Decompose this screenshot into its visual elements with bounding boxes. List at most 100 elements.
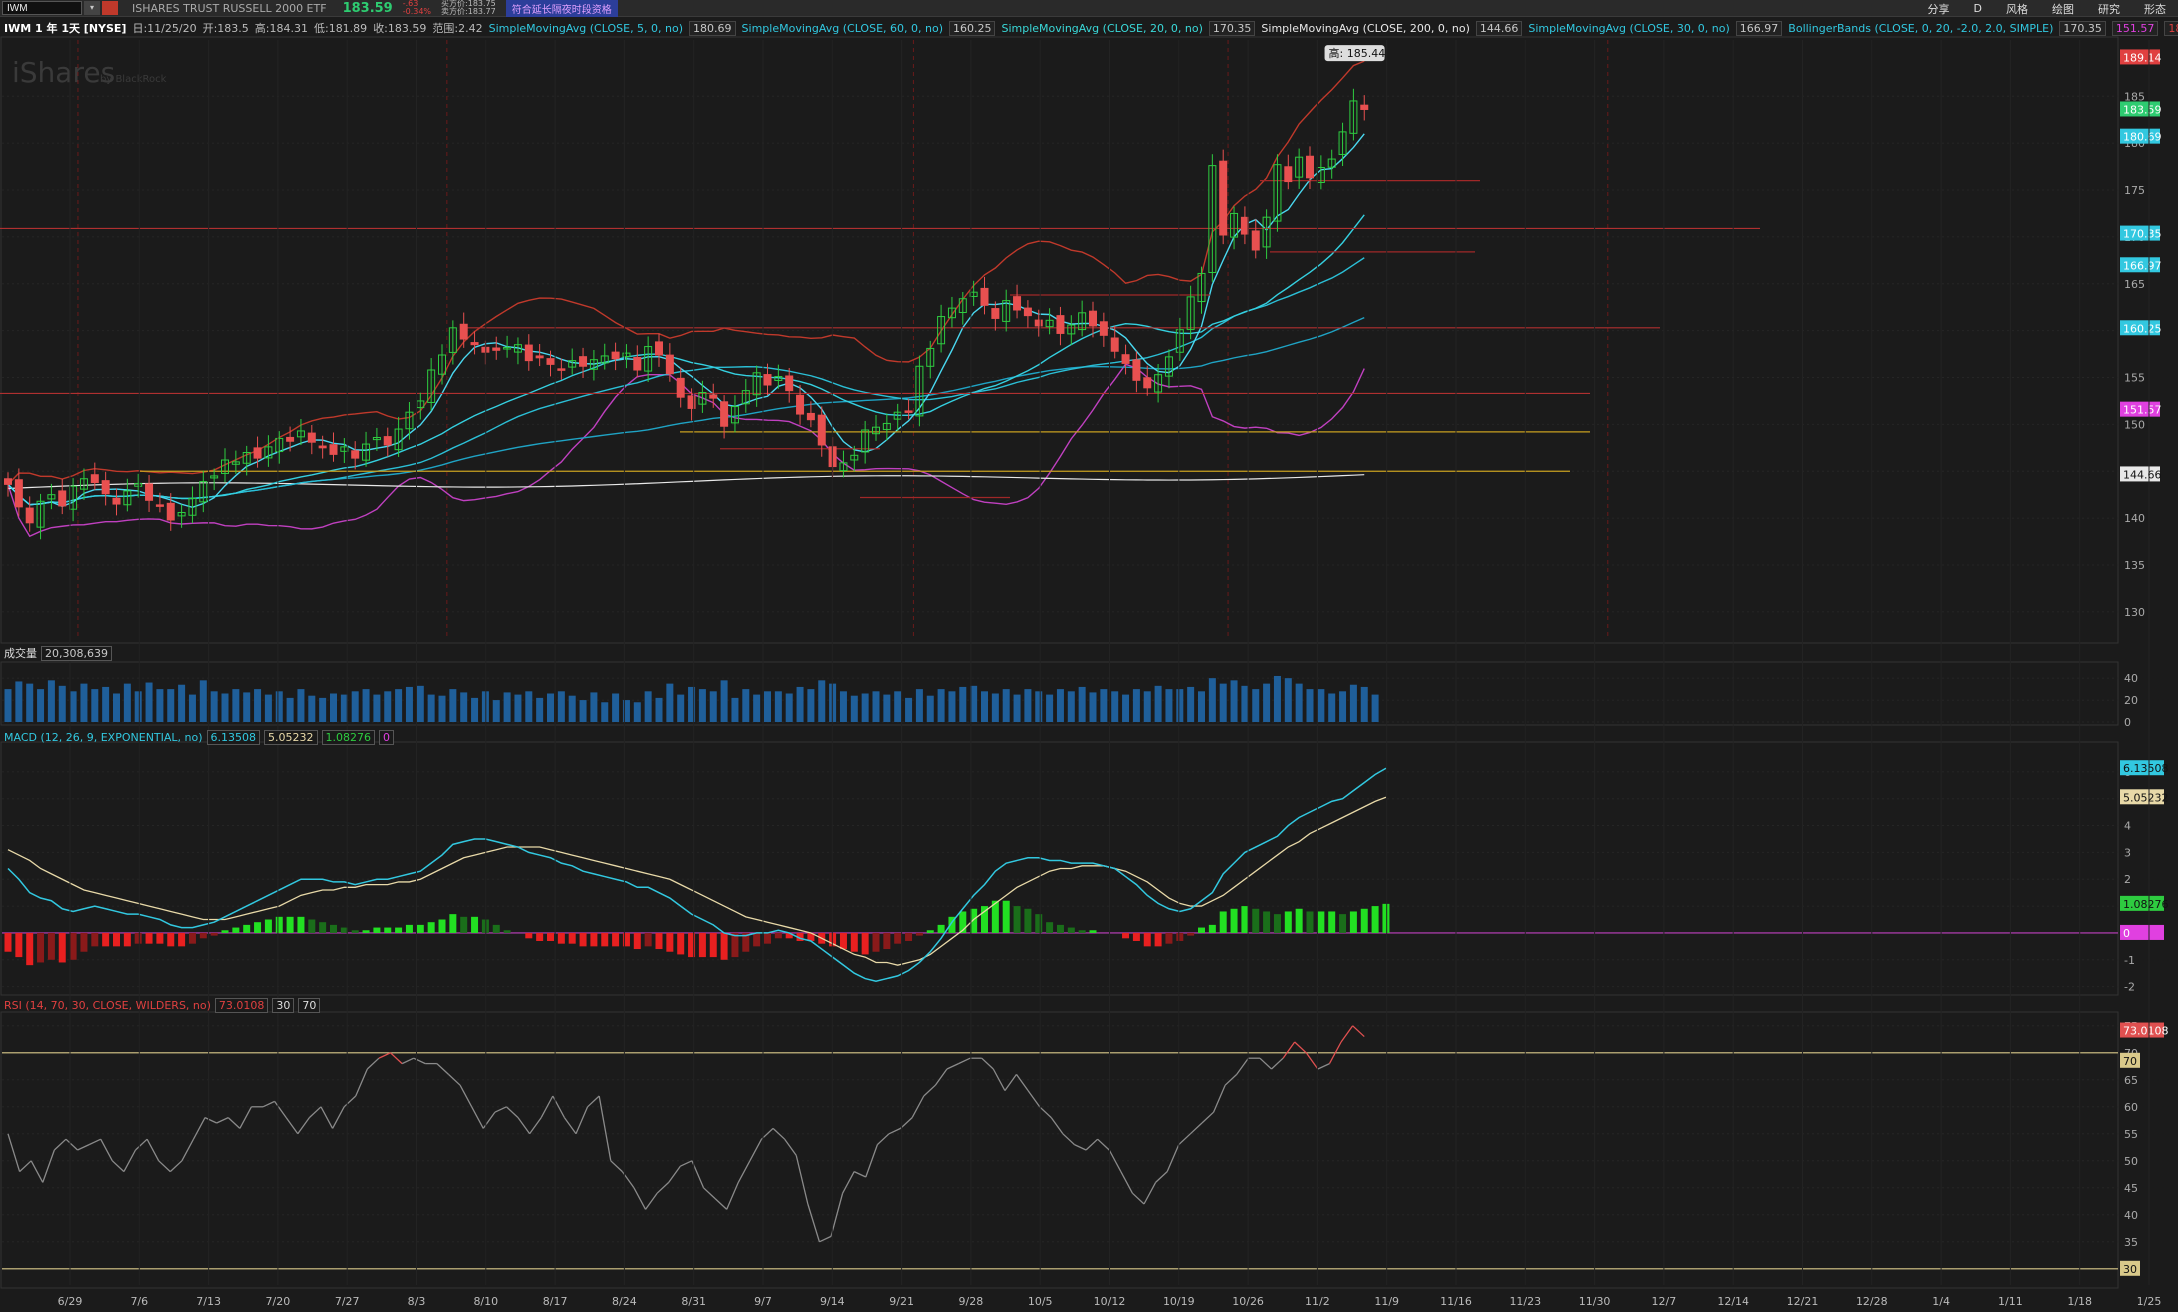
macd-histogram-bar [633,932,641,950]
rsi-segment [1178,1133,1191,1146]
study-sma30-value: 166.97 [1735,20,1783,36]
macd-label[interactable]: MACD (12, 26, 9, EXPONENTIAL, no) [4,731,203,744]
link-color-button[interactable] [102,1,118,15]
volume-bar [742,689,750,722]
candle-body [101,480,110,495]
symbol-input[interactable] [2,1,82,15]
macd-avg-line [7,796,1387,966]
macd-histogram-bar [991,900,999,933]
candle-body [134,482,143,487]
volume-bar [167,689,175,722]
candle-body [1175,329,1184,353]
volume-bar [15,681,23,722]
rsi-segment [946,1063,959,1070]
volume-bar [264,694,272,722]
drawings-button[interactable]: 绘图 [2052,1,2074,17]
macd-histogram-bar [37,932,45,963]
rsi-segment [529,1117,542,1135]
rsi-segment [42,1149,55,1183]
study-sma60-label[interactable]: SimpleMovingAvg (CLOSE, 60, 0, no) [742,22,943,35]
studies-button[interactable]: 研究 [2098,1,2120,17]
study-sma20-label[interactable]: SimpleMovingAvg (CLOSE, 20, 0, no) [1001,22,1202,35]
x-tick-label: 9/14 [820,1295,845,1308]
macd-histogram-bar [69,932,77,960]
volume-label-row: 成交量 20,308,639 [4,645,116,661]
volume-bar [492,700,500,722]
macd-histogram-bar [1143,932,1151,947]
y-tick-label: 65 [2124,1074,2138,1087]
volume-bar [894,691,902,722]
study-sma30-label[interactable]: SimpleMovingAvg (CLOSE, 30, 0, no) [1528,22,1729,35]
macd-histogram-bar [351,930,359,933]
candle-body [1023,307,1032,317]
volume-bar [91,689,99,722]
macd-histogram-bar [1273,914,1281,933]
candle-body [47,494,56,500]
volume-bar [286,697,294,722]
volume-bar [1263,683,1271,722]
chart-canvas[interactable]: iShares by BlackRock 1301351401451501551… [0,0,2178,1312]
volume-bar [188,694,196,722]
volume-bar [1198,691,1205,722]
volume-bar [926,695,934,722]
macd-histogram-bar [1198,927,1205,933]
rsi-segment [1039,1106,1052,1119]
candle-body [546,358,555,365]
rsi-segment [737,1160,751,1183]
volume-bar [438,695,446,722]
rsi-segment [366,1057,380,1070]
x-tick-label: 10/26 [1232,1295,1264,1308]
candle-body [969,291,978,297]
x-tick-label: 7/20 [266,1295,291,1308]
candle-body [1295,156,1304,178]
x-tick-label: 6/29 [58,1295,83,1308]
volume-bar [612,693,620,722]
macd-histogram-bar [698,932,706,958]
macd-histogram-bar [449,914,457,933]
rsi-segment [517,1117,531,1135]
y-tick-label: 60 [2124,1101,2138,1114]
candle-body [79,478,88,490]
symbol-dropdown-button[interactable]: ▾ [84,1,100,15]
candle-body [1002,300,1011,322]
share-button[interactable]: 分享 [1928,1,1950,17]
style-button[interactable]: 风格 [2006,1,2028,17]
rsi-badge [2120,1052,2140,1068]
rsi-segment [459,1084,473,1108]
rsi-badge-label: 30 [2123,1263,2137,1276]
volume-bar [818,680,826,722]
chart-title: IWM 1 年 1天 [NYSE] [4,22,127,35]
rsi-label[interactable]: RSI (14, 70, 30, CLOSE, WILDERS, no) [4,999,211,1012]
study-sma20-value: 170.35 [1208,20,1256,36]
volume-bar [58,685,66,722]
volume-bar [698,689,706,722]
candle-body [340,446,349,452]
candle-body [1327,158,1336,168]
patterns-button[interactable]: 形态 [2144,1,2166,17]
y-tick-label: 175 [2124,184,2145,197]
study-sma200-label[interactable]: SimpleMovingAvg (CLOSE, 200, 0, no) [1261,22,1469,35]
candle-body [25,507,34,524]
timeframe-button[interactable]: D [1974,2,1982,15]
rsi-segment [691,1160,705,1189]
rsi-segment [563,1117,577,1135]
rsi-segment [181,1138,195,1162]
y-tick-label: 3 [2124,846,2131,859]
rsi-segment [239,1106,253,1129]
rsi-segment [88,1138,102,1146]
candle-body [329,444,338,455]
volume-bar [156,689,164,722]
candle-body [796,394,805,415]
macd-histogram-bar [568,932,576,944]
x-tick-label: 12/7 [1652,1295,1677,1308]
study-sma5-label[interactable]: SimpleMovingAvg (CLOSE, 5, 0, no) [489,22,683,35]
candle-body [882,422,891,431]
macd-histogram-bar [536,932,544,941]
bollinger-lower-line [7,363,1365,538]
y-tick-label: 6 [2124,766,2131,779]
macd-histogram-bar [1078,930,1086,933]
rsi-segment [888,1127,901,1135]
rsi-segment [53,1138,67,1151]
study-bb-label[interactable]: BollingerBands (CLOSE, 0, 20, -2.0, 2.0,… [1788,22,2053,35]
rsi-segment [320,1106,334,1129]
